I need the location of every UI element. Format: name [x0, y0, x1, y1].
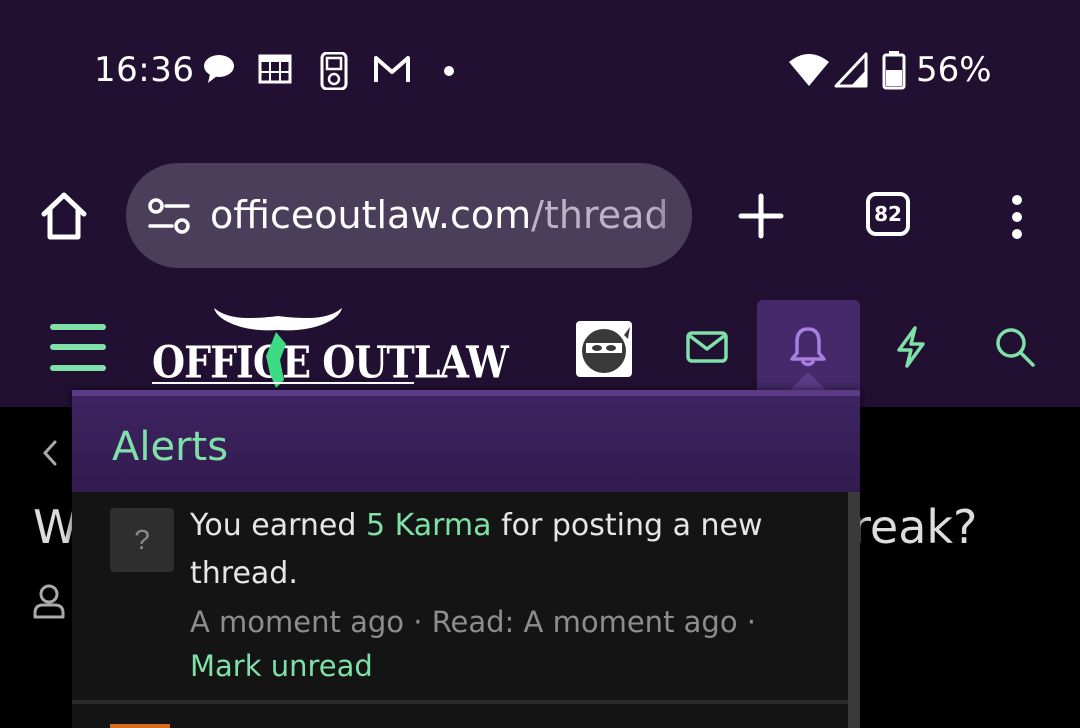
url-domain: officeoutlaw.com [210, 193, 532, 237]
logo-splash-icon [266, 332, 286, 388]
alert-text[interactable]: You earned 5 Karma for posting a new thr… [190, 502, 830, 598]
logo-text: OFFICE OUTLAW [152, 336, 509, 388]
alerts-scrollbar[interactable] [848, 492, 860, 728]
search-icon[interactable] [994, 326, 1036, 368]
alert-divider [72, 700, 848, 704]
battery-percent: 56% [916, 50, 992, 90]
ninja-avatar-icon [582, 327, 630, 373]
page-title-right: reak? [852, 500, 978, 554]
new-tab-icon[interactable] [738, 193, 784, 239]
mark-unread-link[interactable]: Mark unread [190, 649, 373, 683]
meta-separator: · [737, 605, 757, 639]
alert-meta: A moment ago · Read: A moment ago · Mark… [190, 600, 830, 688]
wifi-icon [789, 54, 829, 86]
alert-time: A moment ago [190, 605, 405, 639]
user-icon [33, 584, 65, 619]
calendar-grid-icon [258, 54, 292, 84]
ipod-icon [320, 52, 348, 90]
more-menu-icon[interactable] [1008, 194, 1026, 240]
url-bar[interactable]: officeoutlaw.com/thread [126, 163, 692, 268]
alerts-title[interactable]: Alerts [112, 424, 228, 470]
alert-karma-link[interactable]: 5 Karma [366, 508, 492, 543]
url-text[interactable]: officeoutlaw.com/thread [210, 193, 669, 237]
back-chevron-icon[interactable] [40, 438, 60, 468]
alert-text-before: You earned [190, 508, 366, 543]
status-time: 16:36 [94, 50, 195, 90]
signal-icon [834, 52, 868, 88]
tab-switcher-button[interactable]: 82 [866, 192, 910, 236]
next-alert-avatar [110, 724, 170, 728]
user-avatar[interactable] [576, 321, 632, 377]
url-fade [652, 163, 692, 268]
bell-icon[interactable] [789, 325, 827, 367]
alerts-dropdown: Alerts ? You earned 5 Karma for posting … [72, 390, 860, 728]
alert-item[interactable]: ? You earned 5 Karma for posting a new t… [72, 492, 848, 700]
url-path: /thread [531, 193, 669, 237]
tab-count: 82 [874, 202, 902, 226]
site-logo[interactable]: OFFICE OUTLAW [150, 300, 509, 390]
meta-separator: · [404, 605, 432, 639]
site-settings-icon[interactable] [148, 197, 190, 235]
alerts-header: Alerts [72, 396, 860, 492]
alerts-caret [790, 372, 826, 390]
home-icon[interactable] [38, 190, 90, 242]
inbox-envelope-icon[interactable] [686, 330, 728, 364]
logo-underline [152, 382, 414, 384]
chat-bubble-icon [204, 55, 234, 83]
alert-avatar[interactable]: ? [110, 508, 174, 572]
gmail-icon [374, 56, 410, 82]
battery-icon [882, 51, 906, 90]
dot-icon [444, 66, 454, 76]
alert-read-time: Read: A moment ago [431, 605, 738, 639]
lightning-bolt-icon[interactable] [893, 326, 929, 368]
